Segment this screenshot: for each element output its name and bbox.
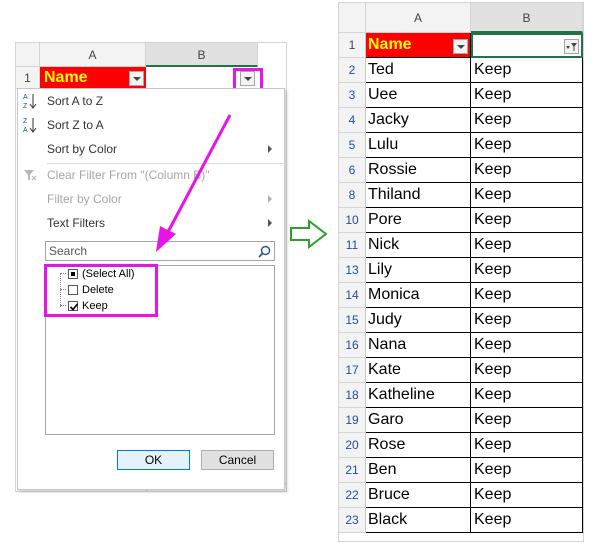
header-cell-name-text: Name: [368, 36, 412, 53]
row-number[interactable]: 16: [339, 333, 366, 358]
cell-name[interactable]: Nana: [366, 333, 471, 358]
table-row: 19 Garo Keep: [339, 408, 583, 433]
table-row: 17 Kate Keep: [339, 358, 583, 383]
row-number[interactable]: 13: [339, 258, 366, 283]
filter-applied-button-b[interactable]: [564, 39, 579, 54]
dropdown-arrow-icon: [457, 45, 465, 49]
cell-name[interactable]: Pore: [366, 208, 471, 233]
row-number[interactable]: 8: [339, 183, 366, 208]
cell-status[interactable]: Keep: [471, 58, 583, 83]
cell-name[interactable]: Jacky: [366, 108, 471, 133]
row-number[interactable]: 6: [339, 158, 366, 183]
table-row: 20 Rose Keep: [339, 433, 583, 458]
row-number[interactable]: 23: [339, 508, 366, 533]
table-row: 14 Monica Keep: [339, 283, 583, 308]
table-row: 6 Rossie Keep: [339, 158, 583, 183]
column-header-a[interactable]: A: [366, 3, 471, 33]
table-row: 3 Uee Keep: [339, 83, 583, 108]
ok-button[interactable]: OK: [117, 450, 190, 470]
table-row: 16 Nana Keep: [339, 333, 583, 358]
row-number[interactable]: 17: [339, 358, 366, 383]
cell-name[interactable]: Lulu: [366, 133, 471, 158]
table-row: 22 Bruce Keep: [339, 483, 583, 508]
cell-status[interactable]: Keep: [471, 458, 583, 483]
table-row: 13 Lily Keep: [339, 258, 583, 283]
cell-name[interactable]: Thiland: [366, 183, 471, 208]
table-row: 15 Judy Keep: [339, 308, 583, 333]
table-row: 4 Jacky Keep: [339, 108, 583, 133]
table-row: 11 Nick Keep: [339, 233, 583, 258]
cell-name[interactable]: Monica: [366, 283, 471, 308]
table-row: 23 Black Keep: [339, 508, 583, 533]
cell-name[interactable]: Lily: [366, 258, 471, 283]
cell-status[interactable]: Keep: [471, 283, 583, 308]
select-all-corner[interactable]: [339, 3, 366, 33]
cell-status[interactable]: Keep: [471, 258, 583, 283]
cell-status[interactable]: Keep: [471, 158, 583, 183]
cell-status[interactable]: Keep: [471, 108, 583, 133]
row-number[interactable]: 18: [339, 383, 366, 408]
row-number[interactable]: 20: [339, 433, 366, 458]
result-worksheet: A B 1 Name 2 Ted Keep 3 Uee Keep 4 Jacky Keep 5 Lu…: [338, 2, 584, 542]
cell-status[interactable]: Keep: [471, 358, 583, 383]
row-number[interactable]: 1: [339, 33, 366, 58]
filter-dropdown-button-a[interactable]: [453, 39, 468, 54]
cell-name[interactable]: Black: [366, 508, 471, 533]
cell-name[interactable]: Nick: [366, 233, 471, 258]
column-header-b[interactable]: B: [471, 3, 583, 33]
table-row: 18 Katheline Keep: [339, 383, 583, 408]
table-row: 21 Ben Keep: [339, 458, 583, 483]
cell-name[interactable]: Garo: [366, 408, 471, 433]
cell-status[interactable]: Keep: [471, 383, 583, 408]
cell-status[interactable]: Keep: [471, 433, 583, 458]
row-number[interactable]: 15: [339, 308, 366, 333]
cell-status[interactable]: Keep: [471, 233, 583, 258]
row-number[interactable]: 14: [339, 283, 366, 308]
row-number[interactable]: 10: [339, 208, 366, 233]
cell-name[interactable]: Rose: [366, 433, 471, 458]
cell-status[interactable]: Keep: [471, 183, 583, 208]
cell-status[interactable]: Keep: [471, 333, 583, 358]
table-row: 10 Pore Keep: [339, 208, 583, 233]
table-row: 5 Lulu Keep: [339, 133, 583, 158]
cell-name[interactable]: Ted: [366, 58, 471, 83]
cell-status[interactable]: Keep: [471, 508, 583, 533]
row-number[interactable]: 19: [339, 408, 366, 433]
cell-status[interactable]: Keep: [471, 208, 583, 233]
cancel-button[interactable]: Cancel: [201, 450, 274, 470]
cell-status[interactable]: Keep: [471, 133, 583, 158]
row-number[interactable]: 22: [339, 483, 366, 508]
cell-status[interactable]: Keep: [471, 308, 583, 333]
cell-name[interactable]: Kate: [366, 358, 471, 383]
row-number[interactable]: 4: [339, 108, 366, 133]
cell-name[interactable]: Katheline: [366, 383, 471, 408]
row-number[interactable]: 11: [339, 233, 366, 258]
row-number[interactable]: 21: [339, 458, 366, 483]
row-number[interactable]: 2: [339, 58, 366, 83]
filter-applied-icon: [566, 43, 577, 51]
row-number[interactable]: 3: [339, 83, 366, 108]
cell-status[interactable]: Keep: [471, 83, 583, 108]
table-row: 8 Thiland Keep: [339, 183, 583, 208]
table-row: 2 Ted Keep: [339, 58, 583, 83]
header-row: 1 Name: [339, 33, 583, 58]
cell-name[interactable]: Judy: [366, 308, 471, 333]
cell-status[interactable]: Keep: [471, 408, 583, 433]
cell-name[interactable]: Uee: [366, 83, 471, 108]
row-number[interactable]: 5: [339, 133, 366, 158]
right-arrow-icon: [290, 219, 328, 249]
cell-name[interactable]: Rossie: [366, 158, 471, 183]
cell-name[interactable]: Bruce: [366, 483, 471, 508]
cell-name[interactable]: Ben: [366, 458, 471, 483]
cell-status[interactable]: Keep: [471, 483, 583, 508]
